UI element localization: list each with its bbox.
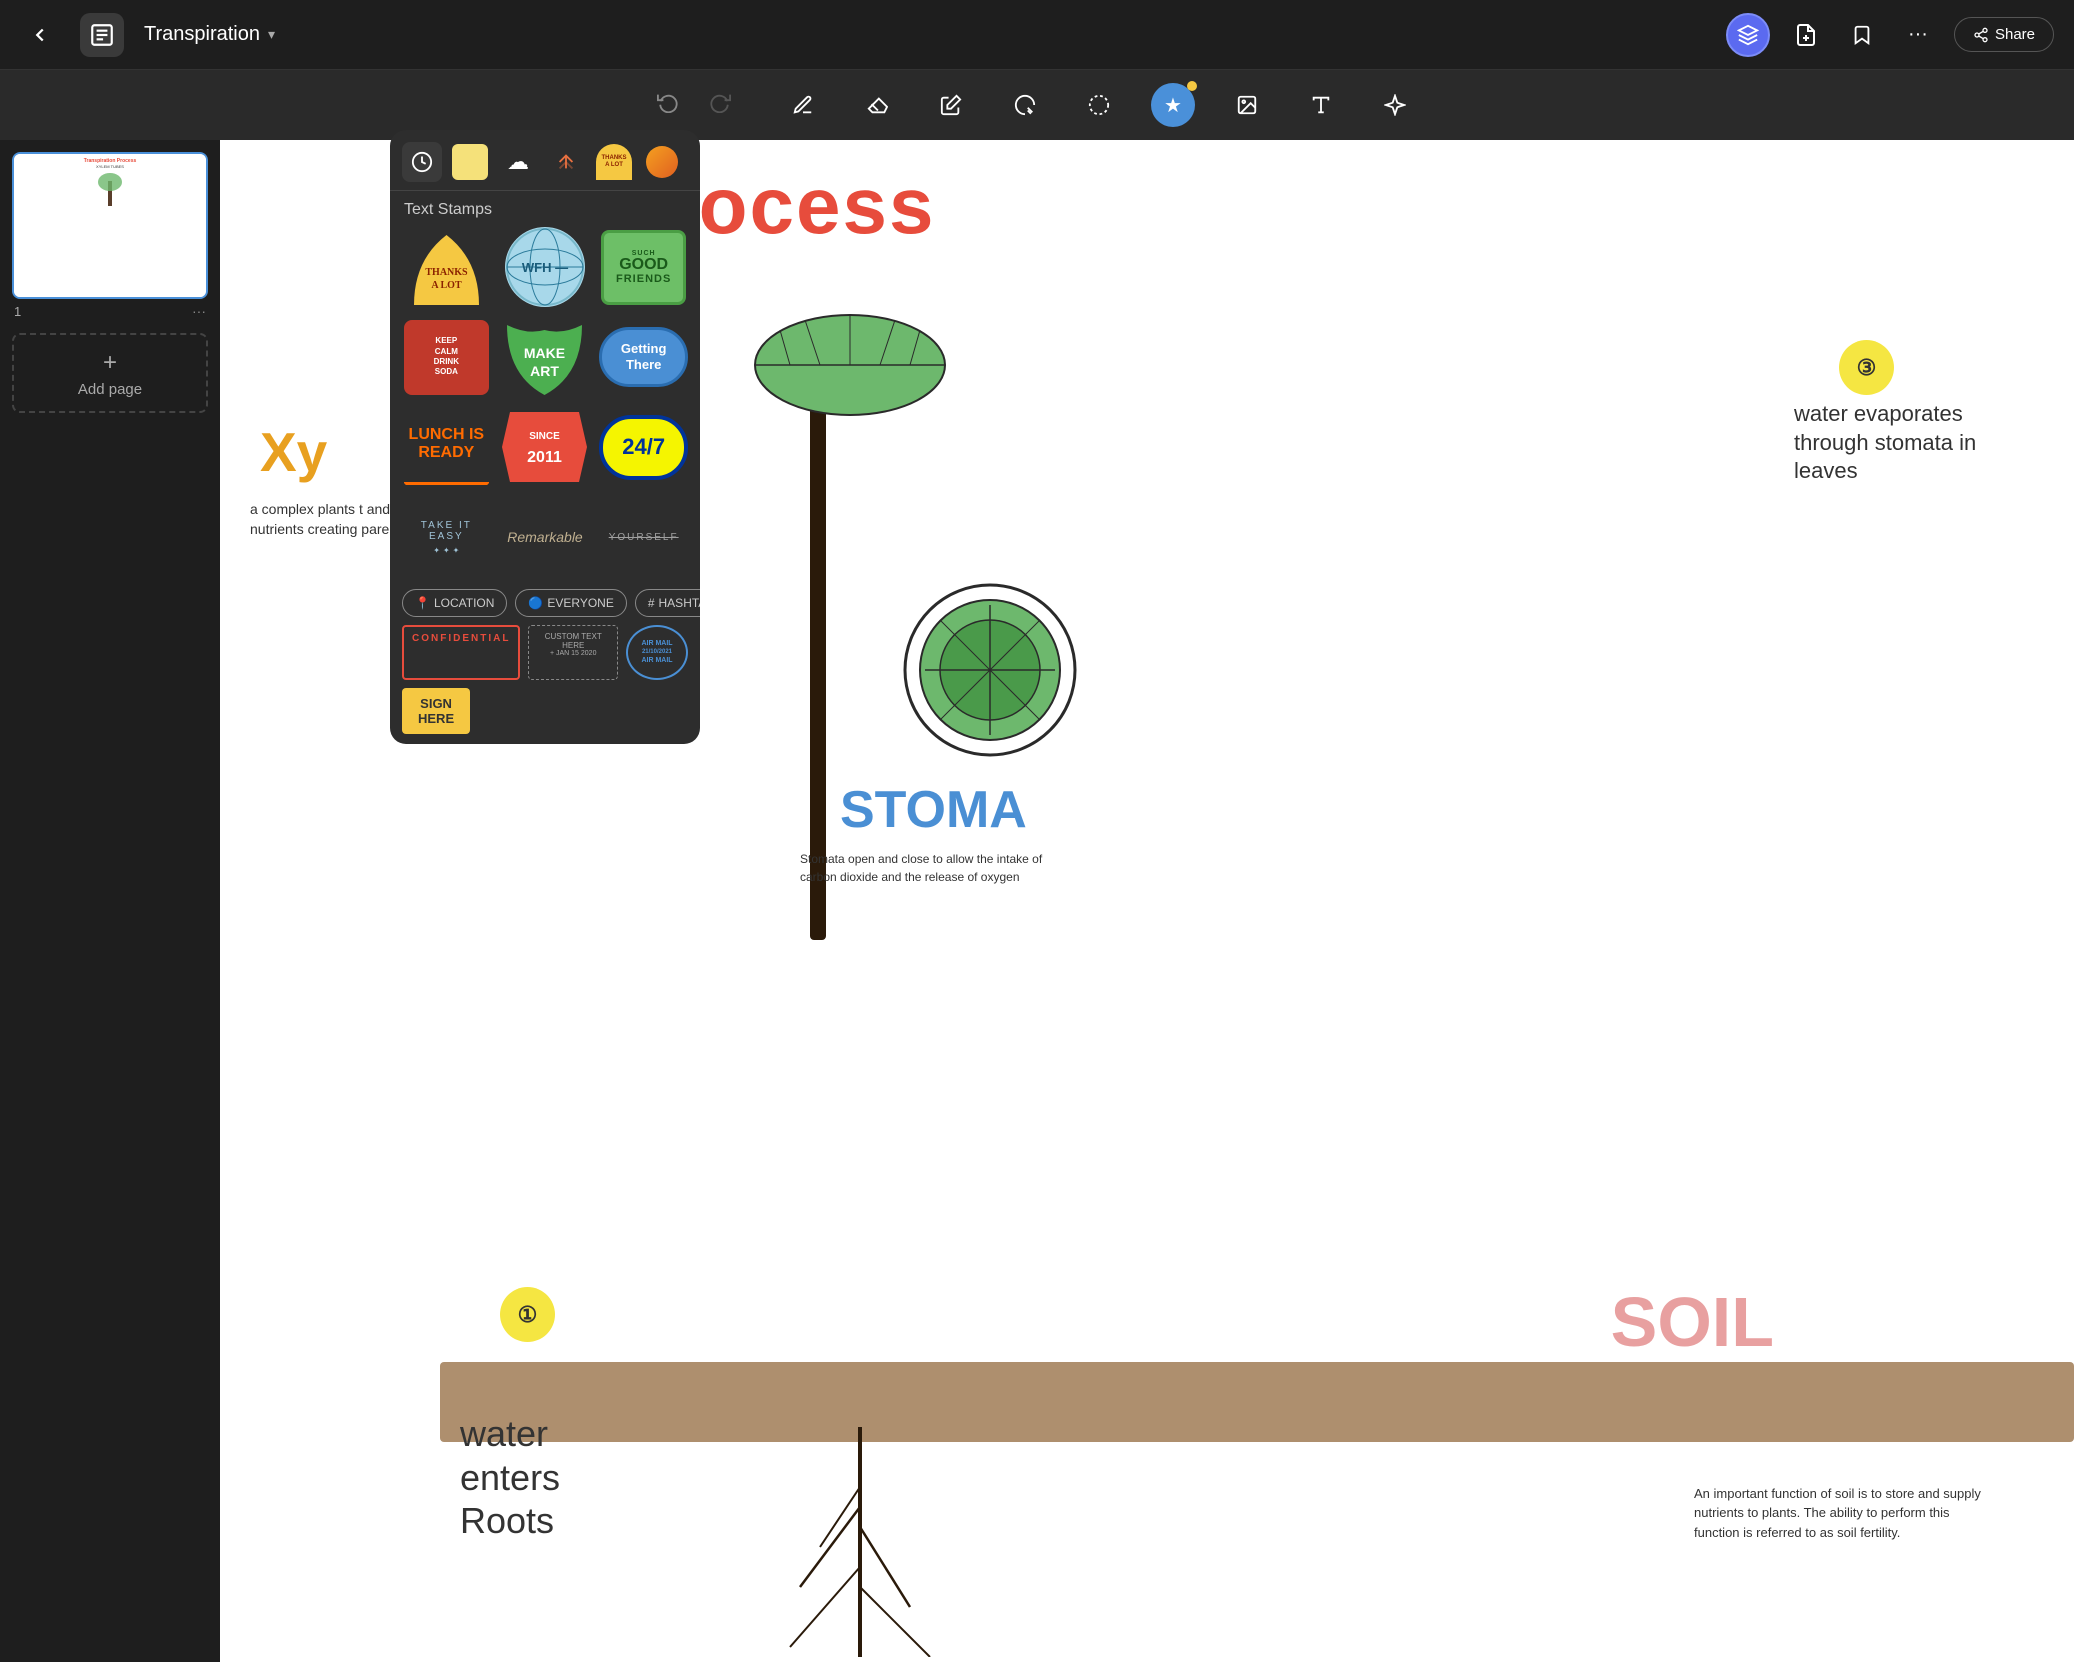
sticker-take-it-easy[interactable]: TAKE IT EASY ✦ ✦ ✦	[402, 497, 491, 577]
everyone-label: EVERYONE	[547, 596, 613, 610]
hashtag-icon: #	[648, 596, 655, 610]
sticker-tag-hashtag[interactable]: # HASHTAG	[635, 589, 700, 617]
sticker-tool-button[interactable]: ★	[1151, 83, 1195, 127]
title-text: Transpiration	[144, 23, 260, 46]
popup-tab-thanks[interactable]: THANKSA LOT	[594, 142, 634, 182]
canvas-soil-label: SOIL	[1611, 1282, 1774, 1362]
magic-tool-button[interactable]	[1373, 83, 1417, 127]
avatar-button[interactable]	[1726, 13, 1770, 57]
popup-section-title: Text Stamps	[390, 191, 700, 227]
canvas-water-evap: water evaporates through stomata in leav…	[1794, 400, 2014, 486]
svg-text:ART: ART	[531, 363, 560, 379]
canvas-stoma-label: STOMA	[840, 780, 1027, 840]
page-thumbnail-1[interactable]: Transpiration Process XYLEM TUBES 1 ···	[12, 152, 208, 323]
canvas-water-roots: waterentersRoots	[460, 1412, 560, 1542]
selection-tool-button[interactable]	[1077, 83, 1121, 127]
sticker-since-2011[interactable]: SINCE 2011	[501, 407, 590, 487]
svg-text:WFH —: WFH —	[522, 260, 568, 275]
svg-text:SINCE: SINCE	[530, 431, 561, 442]
plant-leaf	[750, 300, 950, 420]
pen-tool-button[interactable]	[929, 83, 973, 127]
sticker-24-7[interactable]: 24/7	[599, 407, 688, 487]
stamps-row: CONFIDENTIAL CUSTOM TEXT HERE + JAN 15 2…	[390, 625, 700, 688]
title-chevron-icon: ▾	[268, 26, 275, 43]
page-number: 1	[14, 304, 21, 319]
sticker-make-art[interactable]: MAKE ART	[501, 317, 590, 397]
redo-button[interactable]	[709, 91, 731, 119]
sticker-getting-there[interactable]: GettingThere	[599, 317, 688, 397]
location-icon: 📍	[415, 596, 430, 610]
sticker-yourself[interactable]: YOURSELF	[599, 497, 688, 577]
sticker-remarkable[interactable]: Remarkable	[501, 497, 590, 577]
text-tool-button[interactable]	[1299, 83, 1343, 127]
canvas-soil-desc: An important function of soil is to stor…	[1694, 1484, 1994, 1543]
popup-tab-recent[interactable]	[402, 142, 442, 182]
eraser-tool-button[interactable]	[855, 83, 899, 127]
thanks-tab-icon: THANKSA LOT	[596, 144, 632, 180]
add-page-plus-icon: +	[103, 349, 117, 377]
lasso-tool-button[interactable]	[1003, 83, 1047, 127]
everyone-icon: 🔵	[528, 596, 543, 610]
swatch-icon	[452, 144, 488, 180]
sign-here-row: SIGNHERE	[390, 688, 700, 734]
share-button[interactable]: Share	[1954, 17, 2054, 52]
page-thumb-inner: Transpiration Process XYLEM TUBES	[12, 152, 208, 299]
sticker-tag-everyone[interactable]: 🔵 EVERYONE	[515, 589, 626, 617]
thumb-canvas: Transpiration Process XYLEM TUBES	[14, 154, 206, 297]
stoma-diagram	[900, 580, 1080, 765]
canvas-step1: ①	[500, 1287, 555, 1342]
undo-button[interactable]	[657, 91, 679, 119]
canvas-stoma-desc: Stomata open and close to allow the inta…	[800, 850, 1080, 886]
hashtag-label: HASHTAG	[659, 596, 700, 610]
share-label: Share	[1995, 26, 2035, 43]
svg-text:A LOT: A LOT	[431, 280, 462, 291]
stamp-custom-text[interactable]: CUSTOM TEXT HERE + JAN 15 2020	[528, 625, 618, 680]
sticker-tags-row: 📍 LOCATION 🔵 EVERYONE # HASHTAG	[390, 585, 700, 625]
cloud-icon: ☁	[507, 149, 529, 175]
stamp-air-mail[interactable]: AIR MAIL 21/10/2021 AIR MAIL	[626, 625, 688, 680]
sticker-thanks-a-lot[interactable]: THANKS A LOT	[402, 227, 491, 307]
sticker-tag-location[interactable]: 📍 LOCATION	[402, 589, 507, 617]
toolbar: ★	[0, 70, 2074, 140]
sticker-keep-calm[interactable]: KEEPCALMDRINKSODA	[402, 317, 491, 397]
sticker-grid: THANKS A LOT WFH — SUCH GOOD	[390, 227, 700, 585]
popup-tab-orange[interactable]	[642, 142, 682, 182]
popup-tab-rocket[interactable]	[546, 142, 586, 182]
orange-icon	[646, 146, 678, 178]
sticker-sign-here[interactable]: SIGNHERE	[402, 688, 470, 734]
sticker-wfh[interactable]: WFH —	[501, 227, 590, 307]
svg-text:2011: 2011	[528, 449, 563, 466]
popup-tab-swatch[interactable]	[450, 142, 490, 182]
location-label: LOCATION	[434, 596, 494, 610]
svg-text:MAKE: MAKE	[524, 345, 565, 361]
pencil-tool-button[interactable]	[781, 83, 825, 127]
canvas-step3: ③	[1839, 340, 1894, 395]
page-more-button[interactable]: ···	[192, 303, 206, 319]
sticker-popup: ☁ THANKSA LOT Text Stamps THANKS	[390, 130, 700, 744]
top-bar-right: ··· Share	[1726, 13, 2054, 57]
document-title[interactable]: Transpiration ▾	[144, 23, 275, 46]
bookmark-button[interactable]	[1842, 15, 1882, 55]
undo-redo-group	[657, 91, 731, 119]
popup-tab-cloud[interactable]: ☁	[498, 142, 538, 182]
add-page-button[interactable]: + Add page	[12, 333, 208, 413]
sticker-lunch-is-ready[interactable]: LUNCH ISREADY	[402, 407, 491, 487]
add-doc-button[interactable]	[1786, 15, 1826, 55]
stamp-confidential[interactable]: CONFIDENTIAL	[402, 625, 520, 680]
add-page-label: Add page	[78, 381, 142, 398]
top-bar: Transpiration ▾ ···	[0, 0, 2074, 70]
soil-area	[440, 1362, 2074, 1442]
page-number-row: 1 ···	[12, 299, 208, 323]
app-icon	[80, 13, 124, 57]
more-options-button[interactable]: ···	[1898, 15, 1938, 55]
image-tool-button[interactable]	[1225, 83, 1269, 127]
sidebar: Transpiration Process XYLEM TUBES 1 ··· …	[0, 140, 220, 1662]
canvas-xy-label: Xy	[260, 420, 327, 484]
back-button[interactable]	[20, 15, 60, 55]
svg-text:THANKS: THANKS	[425, 267, 468, 278]
root-drawing	[780, 1427, 880, 1662]
sticker-such-good-friends[interactable]: SUCH GOOD FRIENDS	[599, 227, 688, 307]
popup-tabs: ☁ THANKSA LOT	[390, 130, 700, 191]
